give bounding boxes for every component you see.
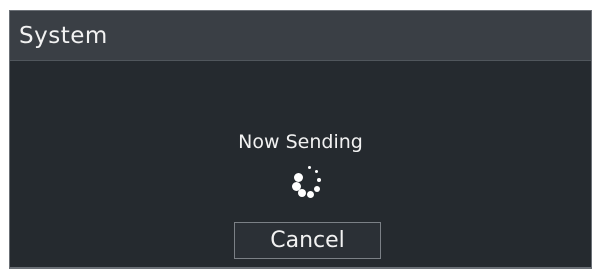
status-text: Now Sending	[238, 131, 363, 153]
dialog-body: Now Sending Cancel	[10, 61, 591, 269]
dialog-titlebar[interactable]: System	[10, 10, 591, 61]
dialog-title: System	[19, 22, 108, 49]
cancel-button[interactable]: Cancel	[234, 222, 381, 259]
system-dialog: System Now Sending Cancel	[9, 10, 592, 269]
